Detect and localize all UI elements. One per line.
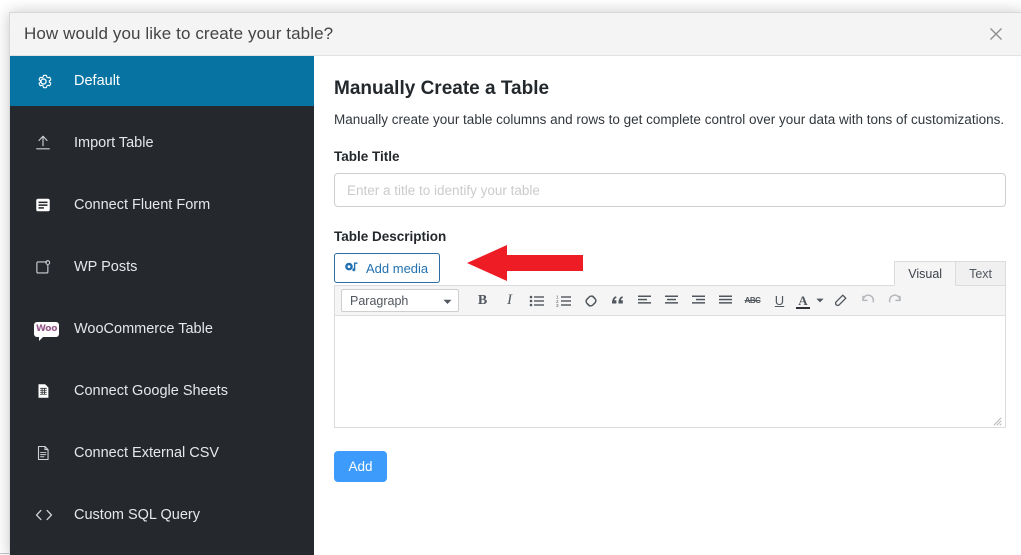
link-icon[interactable] (577, 289, 604, 313)
align-center-icon[interactable] (658, 289, 685, 313)
google-sheets-icon (34, 380, 60, 402)
modal-title: How would you like to create your table? (24, 24, 334, 43)
add-media-button[interactable]: Add media (334, 253, 441, 283)
bold-button[interactable]: B (469, 289, 496, 313)
numbered-list-icon[interactable]: 1 2 3 (550, 289, 577, 313)
align-justify-icon[interactable] (712, 289, 739, 313)
table-description-label: Table Description (334, 229, 447, 244)
text-color-chevron-down-icon[interactable] (813, 289, 827, 313)
clear-formatting-icon[interactable] (827, 289, 854, 313)
sidebar-item-connect-external-csv[interactable]: Connect External CSV (10, 428, 314, 478)
sidebar-item-label: Custom SQL Query (74, 507, 200, 523)
align-right-icon[interactable] (685, 289, 712, 313)
sidebar-item-wp-posts[interactable]: WP Posts (10, 242, 314, 292)
modal-body: Default Import Table Connect Fluent Form… (10, 56, 1021, 555)
main-panel: Manually Create a Table Manually create … (314, 56, 1021, 555)
undo-icon[interactable] (854, 289, 881, 313)
sidebar-item-connect-fluent-form[interactable]: Connect Fluent Form (10, 180, 314, 230)
align-left-icon[interactable] (631, 289, 658, 313)
description-editor: Add media Visual Text Paragraph B I 1 2 … (334, 253, 1006, 428)
bulleted-list-icon[interactable] (523, 289, 550, 313)
woocommerce-badge-label: Woo (34, 321, 60, 341)
sidebar-item-label: Connect External CSV (74, 445, 220, 461)
sidebar-item-label: WooCommerce Table (74, 321, 213, 337)
csv-file-icon (34, 442, 60, 464)
page-title: Manually Create a Table (334, 78, 550, 99)
tab-text[interactable]: Text (956, 261, 1006, 286)
sidebar-item-label: WP Posts (74, 259, 138, 275)
sidebar-item-default[interactable]: Default (10, 56, 314, 106)
gear-icon (34, 70, 60, 92)
strikethrough-button[interactable]: ABC (739, 289, 766, 313)
table-title-input[interactable] (334, 173, 1006, 207)
sidebar-item-label: Default (74, 73, 120, 89)
italic-button[interactable]: I (496, 289, 523, 313)
woocommerce-icon: Woo (34, 318, 60, 341)
modal-header: How would you like to create your table? (10, 13, 1021, 56)
post-icon (34, 256, 60, 278)
close-icon[interactable] (984, 22, 1008, 46)
sidebar-item-woocommerce-table[interactable]: Woo WooCommerce Table (10, 304, 314, 354)
editor-topbar: Add media Visual Text (334, 253, 1006, 286)
sidebar-item-label: Connect Fluent Form (74, 197, 211, 213)
format-select-value: Paragraph (350, 293, 409, 308)
svg-text:3: 3 (556, 303, 559, 308)
sidebar-item-import-table[interactable]: Import Table (10, 118, 314, 168)
tab-visual[interactable]: Visual (894, 261, 957, 286)
resize-handle[interactable] (990, 413, 1002, 426)
add-media-label: Add media (366, 260, 429, 276)
sidebar-item-label: Connect Google Sheets (74, 383, 228, 399)
editor-toolbar: Paragraph B I 1 2 3 ABC U A (334, 285, 1006, 316)
page-description: Manually create your table columns and r… (334, 112, 1005, 127)
sidebar-item-label: Import Table (74, 135, 154, 151)
create-table-modal: How would you like to create your table? (9, 12, 1021, 555)
underline-button[interactable]: U (766, 289, 793, 313)
sidebar-item-connect-google-sheets[interactable]: Connect Google Sheets (10, 366, 314, 416)
add-button[interactable]: Add (334, 451, 387, 482)
form-icon (34, 194, 60, 216)
screen-root: Example Spreadsheet - Class Data.csv How… (0, 0, 1021, 555)
sidebar-item-custom-sql-query[interactable]: Custom SQL Query (10, 490, 314, 540)
text-color-button[interactable]: A (793, 289, 813, 313)
media-icon (344, 261, 359, 275)
code-icon (34, 504, 60, 526)
sidebar: Default Import Table Connect Fluent Form… (10, 56, 314, 555)
redo-icon[interactable] (881, 289, 908, 313)
chevron-down-icon (443, 294, 452, 308)
upload-icon (34, 132, 60, 154)
format-select[interactable]: Paragraph (341, 289, 459, 312)
blockquote-icon[interactable] (604, 289, 631, 313)
description-editor-body[interactable] (334, 316, 1006, 428)
table-title-label: Table Title (334, 149, 400, 164)
editor-mode-tabs: Visual Text (894, 261, 1006, 286)
